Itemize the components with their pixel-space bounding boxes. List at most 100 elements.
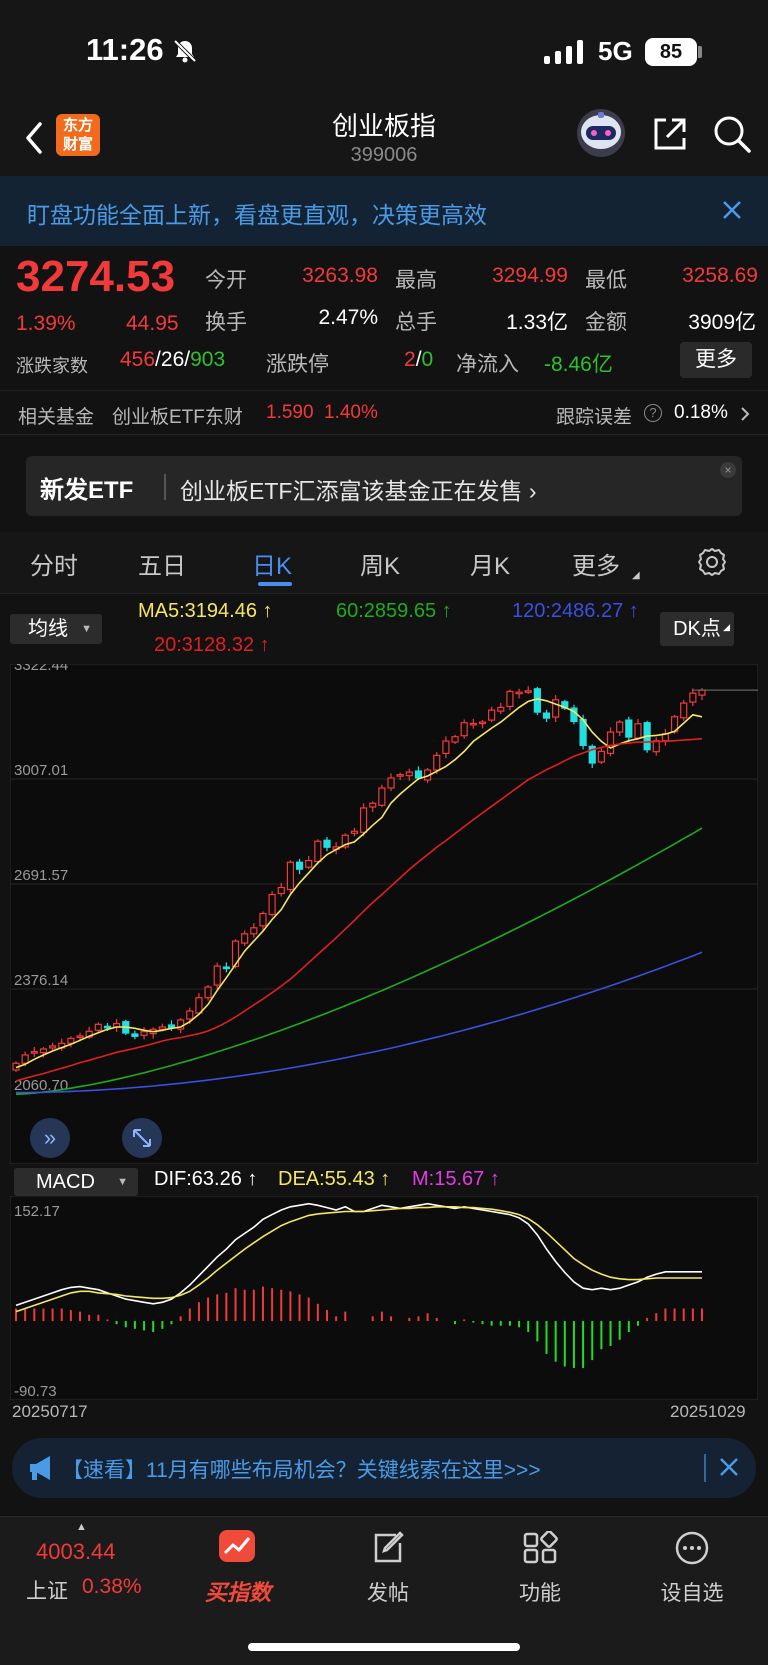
y-tick-label: 3322.44 <box>14 664 68 674</box>
new-etf-card[interactable]: 新发ETF 创业板ETF汇添富该基金正在发售 › × <box>26 456 742 516</box>
fast-forward-icon[interactable]: » <box>30 1118 70 1158</box>
dk-label: DK点 <box>673 618 721 640</box>
promo-ad[interactable]: 【速看】11月有哪些布局机会？关键线索在这里>>> <box>12 1438 756 1498</box>
tab-monthly-k[interactable]: 月K <box>470 546 510 581</box>
open-label: 今开 <box>205 269 247 292</box>
candle <box>268 891 276 917</box>
status-bar: 11:26 5G 85 <box>0 0 768 100</box>
new-etf-text: 创业板ETF汇添富该基金正在发售 › <box>180 478 537 504</box>
buy-index-label: 买指数 <box>204 1580 271 1605</box>
candle-body <box>30 1051 38 1054</box>
end-date: 20251029 <box>670 1402 746 1421</box>
candle-body <box>369 802 377 808</box>
tab-more[interactable]: 更多 <box>572 546 620 581</box>
more-dots-icon <box>675 1531 709 1565</box>
caret-down-icon: ▼ <box>117 1176 128 1188</box>
dif-value: DIF:63.26 ↑ <box>154 1168 258 1190</box>
low-value: 3258.69 <box>682 264 758 287</box>
tab-weekly-k[interactable]: 周K <box>360 546 400 581</box>
candle-body <box>323 839 331 848</box>
home-indicator <box>248 1643 520 1651</box>
macd-chart[interactable]: 152.17 -90.73 <box>10 1196 758 1400</box>
more-button[interactable]: 更多 <box>680 342 752 378</box>
related-fund-pct: 1.40% <box>324 402 378 423</box>
candle-body <box>680 702 688 719</box>
ad-text: 【速看】11月有哪些布局机会？关键线索在这里>>> <box>62 1459 541 1482</box>
kline-chart[interactable]: 3322.443007.012691.572376.142060.70 <box>10 664 758 1164</box>
feature-banner[interactable]: 盯盘功能全面上新，看盘更直观，决策更高效 <box>0 176 768 246</box>
gear-icon[interactable] <box>696 546 728 578</box>
candle-body <box>213 965 221 986</box>
expand-icon[interactable] <box>122 1118 162 1158</box>
triangle-icon: ◢ <box>723 622 730 632</box>
breadth-values: 456/26/903 <box>120 348 225 372</box>
buy-index-button[interactable]: 买指数 <box>178 1527 298 1627</box>
dk-point-button[interactable]: DK点 ◢ <box>660 612 734 646</box>
macd-header: MACD ▼ DIF:63.26 ↑ DEA:55.43 ↑ M:15.67 ↑ <box>0 1164 768 1196</box>
dea-value: DEA:55.43 ↑ <box>278 1168 391 1190</box>
close-icon[interactable] <box>718 1456 740 1478</box>
post-label: 发帖 <box>367 1582 409 1605</box>
new-etf-section: 新发ETF 创业板ETF汇添富该基金正在发售 › × <box>0 440 768 532</box>
tab-five-day[interactable]: 五日 <box>138 546 186 581</box>
share-icon[interactable] <box>650 114 690 154</box>
candle-body <box>606 731 615 754</box>
search-icon[interactable] <box>712 114 752 154</box>
candle-body <box>359 807 368 833</box>
up-count: 456 <box>120 348 156 371</box>
bell-off-icon <box>173 39 197 63</box>
related-fund-label: 相关基金 <box>18 407 95 428</box>
y-tick-label: -90.73 <box>14 1383 57 1400</box>
low-label: 最低 <box>585 269 627 292</box>
candle-body <box>222 966 230 970</box>
candle-body <box>186 1010 194 1020</box>
limit-label: 涨跌停 <box>266 353 329 376</box>
down-count: 903 <box>190 348 226 371</box>
edit-icon <box>374 1531 404 1563</box>
megaphone-icon <box>30 1456 50 1480</box>
candle-body <box>433 754 441 771</box>
related-fund-name[interactable]: 创业板ETF东财 <box>112 402 243 429</box>
indicator-select[interactable]: 均线 ▼ <box>10 614 102 644</box>
battery-icon: 85 <box>645 38 697 66</box>
ma60-value: 60:2859.65 ↑ <box>336 600 452 622</box>
y-tick-label: 2691.57 <box>14 867 68 884</box>
robot-assistant-icon[interactable] <box>574 106 628 158</box>
close-icon[interactable]: × <box>720 462 736 478</box>
last-price: 3274.53 <box>16 252 176 301</box>
candle <box>680 699 688 721</box>
separator <box>704 1454 706 1482</box>
candle-body <box>414 770 423 779</box>
candle-body <box>405 771 413 777</box>
sub-indicator-select[interactable]: MACD ▼ <box>14 1168 138 1196</box>
candle-body <box>625 719 633 738</box>
candle <box>606 727 615 757</box>
candle-body <box>698 689 706 696</box>
breadth-label: 涨跌家数 <box>16 356 88 376</box>
sse-index-value[interactable]: 4003.44 <box>36 1539 116 1565</box>
post-button[interactable]: 发帖 <box>328 1527 448 1627</box>
candle-body <box>158 1026 166 1030</box>
ma20-value: 20:3128.32 ↑ <box>154 634 270 656</box>
add-watchlist-label: 设自选 <box>660 1582 724 1605</box>
candle-body <box>21 1054 29 1064</box>
battery-tip <box>698 46 702 58</box>
candle-body <box>542 712 551 719</box>
tab-intraday[interactable]: 分时 <box>30 546 78 581</box>
candle-body <box>241 933 249 944</box>
candle-body <box>295 861 304 870</box>
candle-body <box>131 1033 139 1037</box>
functions-button[interactable]: 功能 <box>480 1527 600 1627</box>
help-icon[interactable]: ? <box>644 404 662 422</box>
sub-indicator-label: MACD <box>36 1171 95 1193</box>
candle-body <box>478 721 487 725</box>
candle-body <box>268 893 276 916</box>
y-tick-label: 2376.14 <box>14 972 68 989</box>
candle-body <box>48 1045 57 1049</box>
signal-icon <box>544 40 588 64</box>
add-watchlist-button[interactable]: 设自选 <box>632 1527 752 1627</box>
tab-daily-k[interactable]: 日K <box>252 546 292 581</box>
candle-body <box>204 986 212 999</box>
close-icon[interactable] <box>720 198 744 222</box>
candle <box>533 686 541 716</box>
